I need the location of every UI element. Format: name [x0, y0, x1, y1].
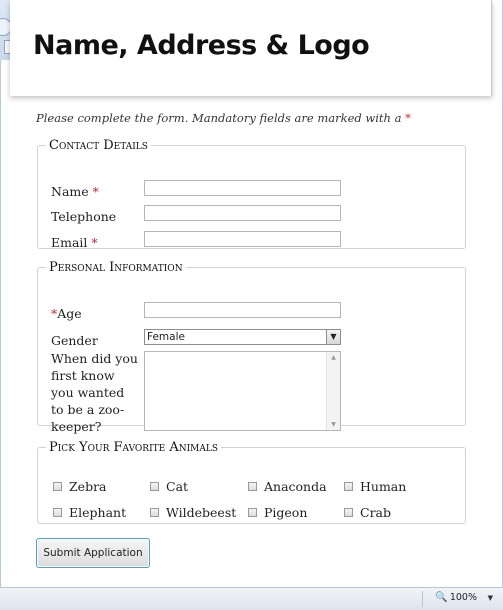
name-label: Name *	[51, 184, 99, 199]
form-intro: Please complete the form. Mandatory fiel…	[36, 111, 411, 125]
contact-details-fieldset: Contact Details Name * Telephone Email *	[37, 138, 466, 250]
checkbox-icon[interactable]	[53, 482, 62, 491]
name-label-text: Name	[51, 184, 89, 199]
checkbox-icon[interactable]	[53, 508, 62, 517]
gender-label: Gender	[51, 333, 98, 348]
page-title: Name, Address & Logo	[33, 30, 370, 61]
intro-text: Please complete the form. Mandatory fiel…	[36, 111, 402, 125]
checkbox-elephant[interactable]: Elephant	[53, 505, 126, 520]
age-label: *Age	[51, 306, 82, 321]
personal-information-legend: Personal Information	[49, 260, 183, 275]
contact-details-legend: Contact Details	[49, 138, 148, 153]
checkbox-icon[interactable]	[248, 508, 257, 517]
zoom-control[interactable]: 🔍 100%	[435, 592, 477, 603]
scroll-down-icon[interactable]: ▼	[327, 421, 340, 428]
email-input[interactable]	[144, 231, 341, 247]
checkbox-pigeon[interactable]: Pigeon	[248, 505, 307, 520]
age-input[interactable]	[144, 302, 341, 318]
email-label: Email *	[51, 235, 98, 250]
checkbox-crab[interactable]: Crab	[344, 505, 391, 520]
required-marker: *	[405, 111, 411, 125]
status-divider	[422, 591, 423, 607]
zookeeper-answer-textarea[interactable]: ▲ ▼	[144, 351, 341, 431]
checkbox-cat[interactable]: Cat	[150, 479, 188, 494]
personal-information-fieldset: Personal Information *Age Gender Female …	[37, 260, 466, 434]
checkbox-label: Zebra	[69, 479, 107, 494]
telephone-input[interactable]	[144, 205, 341, 221]
zoom-level: 100%	[449, 592, 477, 603]
checkbox-zebra[interactable]: Zebra	[53, 479, 107, 494]
browser-status-bar: 🔍 100% ▼	[0, 587, 503, 610]
checkbox-icon[interactable]	[344, 482, 353, 491]
textarea-scrollbar[interactable]: ▲ ▼	[326, 352, 340, 430]
favorite-animals-legend: Pick Your Favorite Animals	[49, 440, 219, 455]
name-required-marker: *	[92, 184, 99, 199]
favorite-animals-fieldset: Pick Your Favorite Animals Zebra Cat Ana…	[37, 440, 466, 524]
age-label-text: Age	[57, 306, 82, 321]
checkbox-label: Pigeon	[264, 505, 308, 520]
telephone-label: Telephone	[51, 209, 117, 224]
checkbox-icon[interactable]	[248, 482, 257, 491]
checkbox-anaconda[interactable]: Anaconda	[248, 479, 327, 494]
checkbox-icon[interactable]	[150, 482, 159, 491]
checkbox-label: Elephant	[69, 505, 127, 520]
checkbox-human[interactable]: Human	[344, 479, 406, 494]
email-required-marker: *	[91, 235, 98, 250]
email-label-text: Email	[51, 235, 88, 250]
triangle-down-icon[interactable]: ▼	[488, 594, 493, 602]
zookeeper-question-label: When did you first know you wanted to be…	[51, 351, 138, 434]
checkbox-wildebeest[interactable]: Wildebeest	[150, 505, 236, 520]
checkbox-label: Crab	[360, 505, 391, 520]
gender-select[interactable]: Female ▼	[144, 329, 341, 345]
checkbox-label: Cat	[166, 479, 189, 494]
scroll-up-icon[interactable]: ▲	[327, 354, 340, 361]
gender-selected-value: Female	[147, 331, 185, 343]
page-header: Name, Address & Logo	[10, 0, 492, 96]
chevron-down-icon[interactable]: ▼	[326, 330, 340, 344]
magnifier-icon: 🔍	[435, 592, 448, 603]
submit-application-button[interactable]: Submit Application	[36, 538, 150, 568]
name-input[interactable]	[144, 180, 341, 196]
checkbox-label: Wildebeest	[166, 505, 237, 520]
checkbox-icon[interactable]	[150, 508, 159, 517]
checkbox-label: Human	[360, 479, 407, 494]
checkbox-label: Anaconda	[264, 479, 327, 494]
checkbox-icon[interactable]	[344, 508, 353, 517]
